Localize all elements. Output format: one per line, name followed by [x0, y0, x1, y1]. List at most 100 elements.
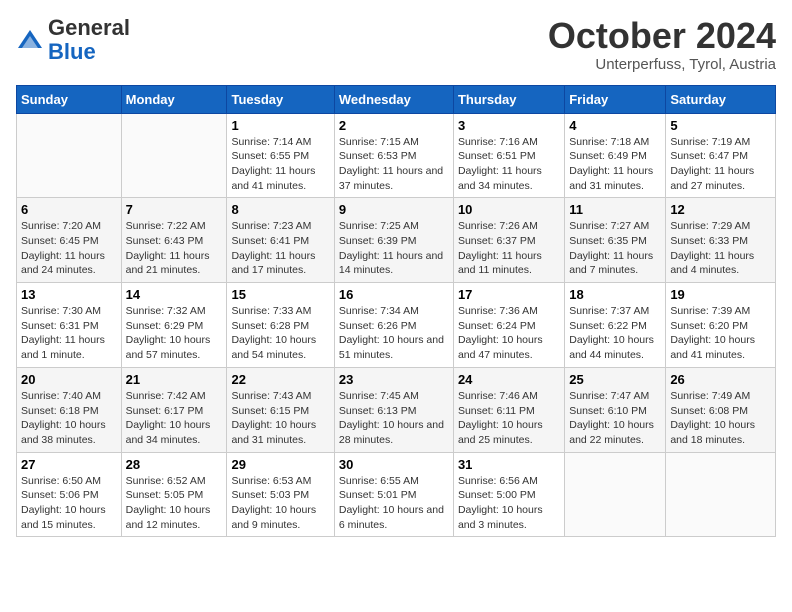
- day-number: 9: [339, 202, 449, 217]
- day-info: Sunrise: 7:39 AM Sunset: 6:20 PM Dayligh…: [670, 304, 771, 363]
- day-number: 7: [126, 202, 223, 217]
- calendar-cell: 14 Sunrise: 7:32 AM Sunset: 6:29 PM Dayli…: [121, 283, 227, 368]
- day-info: Sunrise: 7:18 AM Sunset: 6:49 PM Dayligh…: [569, 135, 661, 194]
- calendar-cell: 20 Sunrise: 7:40 AM Sunset: 6:18 PM Dayli…: [17, 367, 122, 452]
- day-header-wednesday: Wednesday: [334, 85, 453, 113]
- calendar-cell: 6Sunrise: 7:20 AM Sunset: 6:45 PM Daylig…: [17, 198, 122, 283]
- week-row-5: 27 Sunrise: 6:50 AM Sunset: 5:06 PM Dayli…: [17, 452, 776, 537]
- calendar-cell: 25Sunrise: 7:47 AM Sunset: 6:10 PM Dayli…: [565, 367, 666, 452]
- calendar-cell: 12Sunrise: 7:29 AM Sunset: 6:33 PM Dayli…: [666, 198, 776, 283]
- day-number: 27: [21, 457, 117, 472]
- calendar-cell: 24 Sunrise: 7:46 AM Sunset: 6:11 PM Dayli…: [453, 367, 564, 452]
- day-info: Sunrise: 7:33 AM Sunset: 6:28 PM Dayligh…: [231, 304, 329, 363]
- week-row-4: 20 Sunrise: 7:40 AM Sunset: 6:18 PM Dayli…: [17, 367, 776, 452]
- calendar-cell: 10 Sunrise: 7:26 AM Sunset: 6:37 PM Dayli…: [453, 198, 564, 283]
- calendar-cell: [565, 452, 666, 537]
- week-row-1: 1Sunrise: 7:14 AM Sunset: 6:55 PM Daylig…: [17, 113, 776, 198]
- day-number: 15: [231, 287, 329, 302]
- day-number: 24: [458, 372, 560, 387]
- calendar-cell: 3 Sunrise: 7:16 AM Sunset: 6:51 PM Daylig…: [453, 113, 564, 198]
- day-info: Sunrise: 7:22 AM Sunset: 6:43 PM Dayligh…: [126, 219, 223, 278]
- week-row-3: 13 Sunrise: 7:30 AM Sunset: 6:31 PM Dayli…: [17, 283, 776, 368]
- calendar-cell: 18 Sunrise: 7:37 AM Sunset: 6:22 PM Dayli…: [565, 283, 666, 368]
- calendar-cell: 23 Sunrise: 7:45 AM Sunset: 6:13 PM Dayli…: [334, 367, 453, 452]
- calendar-cell: 2Sunrise: 7:15 AM Sunset: 6:53 PM Daylig…: [334, 113, 453, 198]
- day-number: 31: [458, 457, 560, 472]
- logo-text: General Blue: [48, 16, 130, 64]
- day-info: Sunrise: 6:55 AM Sunset: 5:01 PM Dayligh…: [339, 474, 449, 533]
- day-number: 19: [670, 287, 771, 302]
- week-row-2: 6Sunrise: 7:20 AM Sunset: 6:45 PM Daylig…: [17, 198, 776, 283]
- day-number: 14: [126, 287, 223, 302]
- day-info: Sunrise: 7:19 AM Sunset: 6:47 PM Dayligh…: [670, 135, 771, 194]
- calendar-cell: 31 Sunrise: 6:56 AM Sunset: 5:00 PM Dayli…: [453, 452, 564, 537]
- calendar-cell: 5 Sunrise: 7:19 AM Sunset: 6:47 PM Daylig…: [666, 113, 776, 198]
- day-number: 4: [569, 118, 661, 133]
- day-info: Sunrise: 6:53 AM Sunset: 5:03 PM Dayligh…: [231, 474, 329, 533]
- calendar-cell: 17 Sunrise: 7:36 AM Sunset: 6:24 PM Dayli…: [453, 283, 564, 368]
- day-number: 12: [670, 202, 771, 217]
- calendar-cell: [666, 452, 776, 537]
- day-number: 13: [21, 287, 117, 302]
- month-title: October 2024: [548, 16, 776, 56]
- day-number: 29: [231, 457, 329, 472]
- day-info: Sunrise: 7:40 AM Sunset: 6:18 PM Dayligh…: [21, 389, 117, 448]
- day-header-friday: Friday: [565, 85, 666, 113]
- day-info: Sunrise: 7:37 AM Sunset: 6:22 PM Dayligh…: [569, 304, 661, 363]
- day-number: 20: [21, 372, 117, 387]
- day-info: Sunrise: 6:50 AM Sunset: 5:06 PM Dayligh…: [21, 474, 117, 533]
- day-number: 28: [126, 457, 223, 472]
- day-info: Sunrise: 7:49 AM Sunset: 6:08 PM Dayligh…: [670, 389, 771, 448]
- calendar-cell: 29 Sunrise: 6:53 AM Sunset: 5:03 PM Dayli…: [227, 452, 334, 537]
- day-header-thursday: Thursday: [453, 85, 564, 113]
- day-info: Sunrise: 7:30 AM Sunset: 6:31 PM Dayligh…: [21, 304, 117, 363]
- day-info: Sunrise: 7:26 AM Sunset: 6:37 PM Dayligh…: [458, 219, 560, 278]
- day-number: 22: [231, 372, 329, 387]
- day-number: 17: [458, 287, 560, 302]
- location-subtitle: Unterperfuss, Tyrol, Austria: [548, 56, 776, 73]
- day-number: 11: [569, 202, 661, 217]
- calendar-cell: 22 Sunrise: 7:43 AM Sunset: 6:15 PM Dayli…: [227, 367, 334, 452]
- day-number: 1: [231, 118, 329, 133]
- day-header-sunday: Sunday: [17, 85, 122, 113]
- day-info: Sunrise: 6:52 AM Sunset: 5:05 PM Dayligh…: [126, 474, 223, 533]
- day-header-monday: Monday: [121, 85, 227, 113]
- calendar-cell: 8 Sunrise: 7:23 AM Sunset: 6:41 PM Daylig…: [227, 198, 334, 283]
- day-number: 3: [458, 118, 560, 133]
- day-info: Sunrise: 7:16 AM Sunset: 6:51 PM Dayligh…: [458, 135, 560, 194]
- day-number: 26: [670, 372, 771, 387]
- calendar-cell: 30 Sunrise: 6:55 AM Sunset: 5:01 PM Dayli…: [334, 452, 453, 537]
- calendar-cell: [121, 113, 227, 198]
- calendar-cell: 11 Sunrise: 7:27 AM Sunset: 6:35 PM Dayli…: [565, 198, 666, 283]
- calendar-header: SundayMondayTuesdayWednesdayThursdayFrid…: [17, 85, 776, 113]
- logo: General Blue: [16, 16, 130, 64]
- day-info: Sunrise: 7:27 AM Sunset: 6:35 PM Dayligh…: [569, 219, 661, 278]
- day-info: Sunrise: 7:42 AM Sunset: 6:17 PM Dayligh…: [126, 389, 223, 448]
- calendar-cell: 26 Sunrise: 7:49 AM Sunset: 6:08 PM Dayli…: [666, 367, 776, 452]
- day-number: 23: [339, 372, 449, 387]
- calendar-body: 1Sunrise: 7:14 AM Sunset: 6:55 PM Daylig…: [17, 113, 776, 537]
- logo-icon: [16, 26, 44, 54]
- calendar-cell: 28 Sunrise: 6:52 AM Sunset: 5:05 PM Dayli…: [121, 452, 227, 537]
- day-info: Sunrise: 7:34 AM Sunset: 6:26 PM Dayligh…: [339, 304, 449, 363]
- day-number: 5: [670, 118, 771, 133]
- day-number: 18: [569, 287, 661, 302]
- day-number: 30: [339, 457, 449, 472]
- day-number: 2: [339, 118, 449, 133]
- day-number: 16: [339, 287, 449, 302]
- day-info: Sunrise: 7:23 AM Sunset: 6:41 PM Dayligh…: [231, 219, 329, 278]
- day-info: Sunrise: 6:56 AM Sunset: 5:00 PM Dayligh…: [458, 474, 560, 533]
- day-info: Sunrise: 7:36 AM Sunset: 6:24 PM Dayligh…: [458, 304, 560, 363]
- day-info: Sunrise: 7:45 AM Sunset: 6:13 PM Dayligh…: [339, 389, 449, 448]
- day-number: 8: [231, 202, 329, 217]
- calendar-cell: [17, 113, 122, 198]
- day-info: Sunrise: 7:32 AM Sunset: 6:29 PM Dayligh…: [126, 304, 223, 363]
- day-number: 10: [458, 202, 560, 217]
- day-header-saturday: Saturday: [666, 85, 776, 113]
- day-info: Sunrise: 7:46 AM Sunset: 6:11 PM Dayligh…: [458, 389, 560, 448]
- calendar-cell: 19 Sunrise: 7:39 AM Sunset: 6:20 PM Dayli…: [666, 283, 776, 368]
- day-info: Sunrise: 7:25 AM Sunset: 6:39 PM Dayligh…: [339, 219, 449, 278]
- day-number: 21: [126, 372, 223, 387]
- calendar-cell: 7 Sunrise: 7:22 AM Sunset: 6:43 PM Daylig…: [121, 198, 227, 283]
- day-info: Sunrise: 7:43 AM Sunset: 6:15 PM Dayligh…: [231, 389, 329, 448]
